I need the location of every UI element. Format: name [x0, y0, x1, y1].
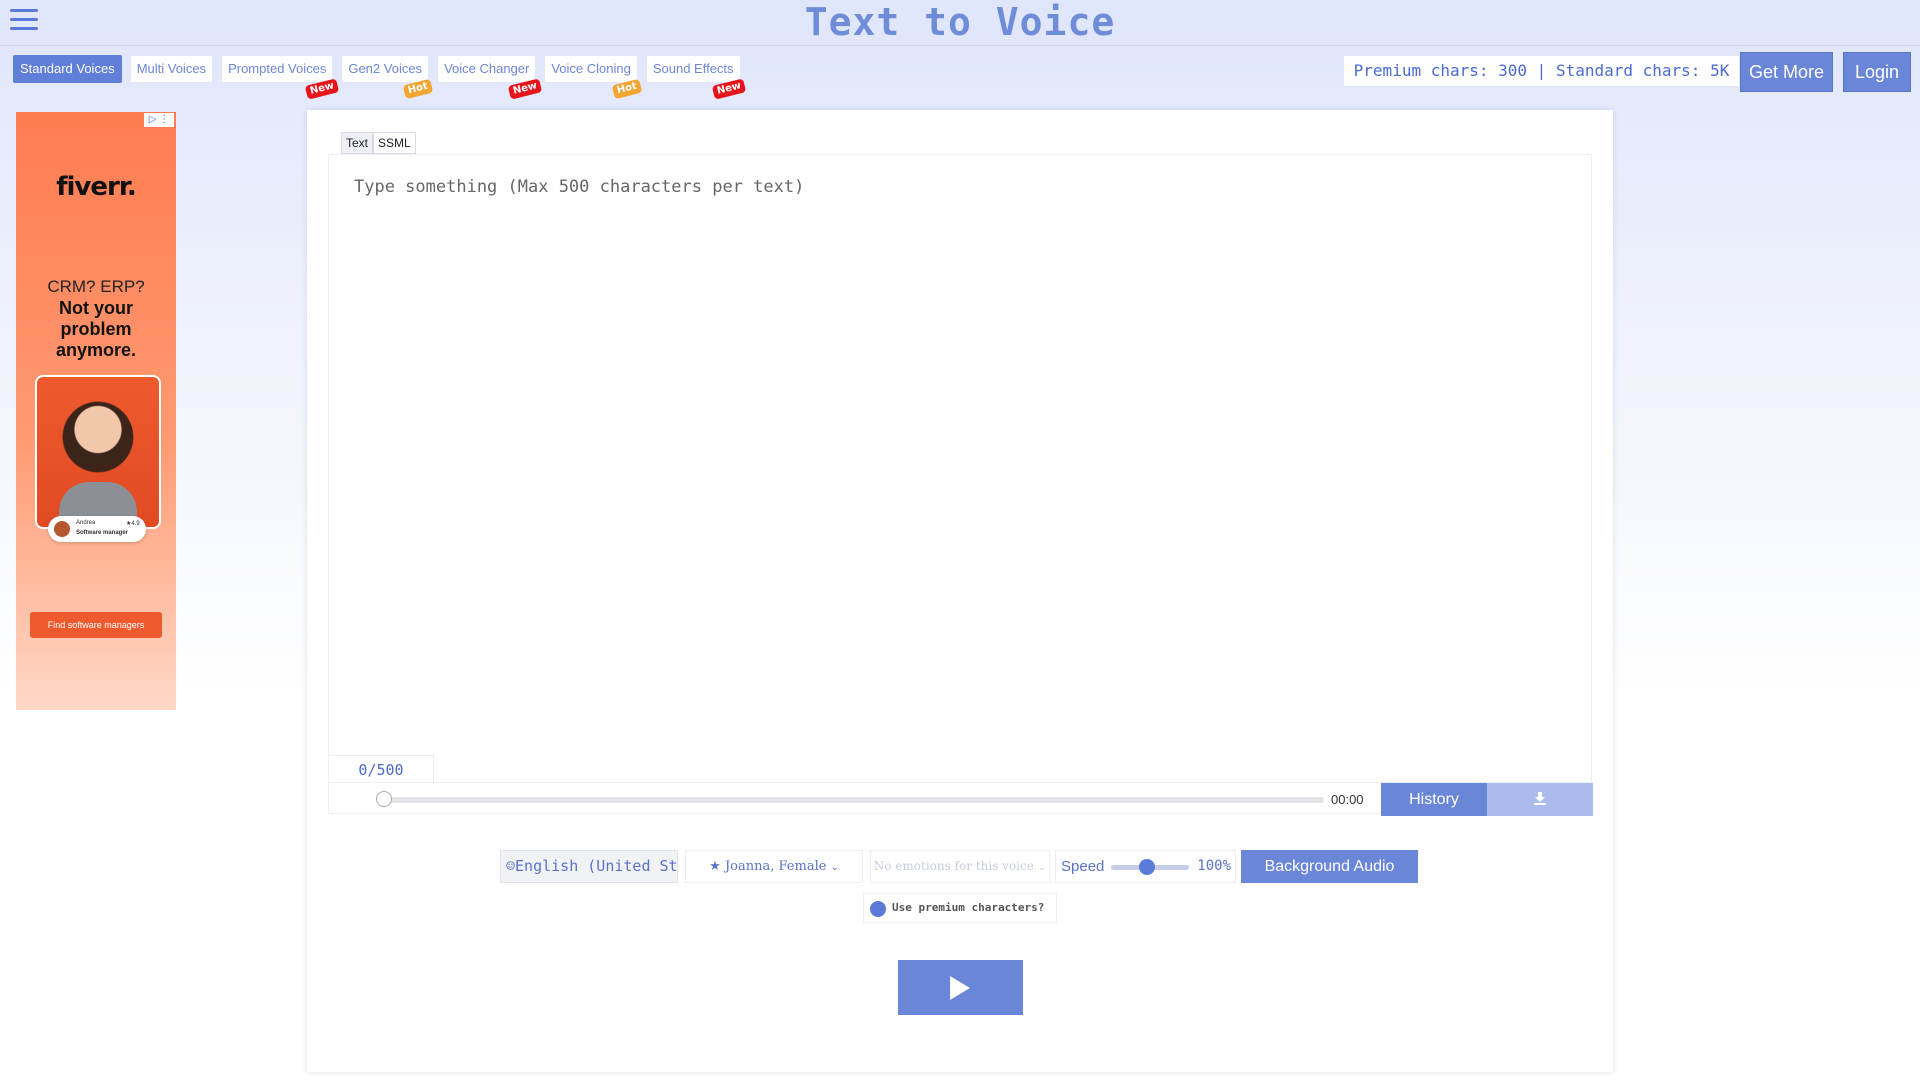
voice-select[interactable]: ★ Joanna, Female ⌄	[685, 850, 863, 883]
tab-prompted-voices[interactable]: Prompted Voices New	[221, 55, 340, 100]
voice-value: Joanna, Female	[724, 859, 827, 874]
speed-control: Speed 100%	[1055, 850, 1236, 883]
speed-label: Speed	[1061, 858, 1105, 875]
ad-brand-logo: fiverr.	[56, 172, 137, 202]
tab-ssml[interactable]: SSML	[373, 132, 416, 154]
get-more-button[interactable]: Get More	[1740, 52, 1833, 92]
play-icon	[950, 976, 970, 1000]
tab-multi-voices[interactable]: Multi Voices	[129, 55, 214, 83]
speed-slider-thumb[interactable]	[1138, 859, 1155, 875]
tab-label: Sound Effects	[652, 61, 734, 76]
time-display: 00:00	[1331, 792, 1364, 807]
emotion-select[interactable]: No emotions for this voice ⌄	[870, 850, 1050, 883]
chevron-down-icon: ⌄	[1037, 862, 1047, 873]
advertisement[interactable]: ▷ ⋮ fiverr. CRM? ERP? Not your problem a…	[16, 112, 176, 710]
ad-cta-button[interactable]: Find software managers	[30, 612, 162, 638]
play-button[interactable]	[898, 960, 1023, 1015]
tab-voice-cloning[interactable]: Voice Cloning Hot	[544, 55, 643, 100]
toggle-icon[interactable]	[870, 901, 886, 917]
new-badge: New	[711, 78, 747, 100]
top-bar: Text to Voice	[0, 0, 1920, 46]
download-button[interactable]	[1487, 783, 1593, 816]
voice-tabs: Standard Voices Multi Voices Prompted Vo…	[13, 55, 747, 100]
ad-person-name: Andrea	[76, 520, 96, 526]
tab-standard-voices[interactable]: Standard Voices	[13, 55, 122, 83]
seek-bar[interactable]	[376, 791, 1324, 807]
download-icon	[1534, 792, 1546, 805]
tab-gen2-voices[interactable]: Gen2 Voices Hot	[341, 55, 434, 100]
tab-label: Standard Voices	[20, 61, 115, 76]
audio-player: 00:00 History	[329, 782, 1593, 816]
login-button[interactable]: Login	[1843, 52, 1911, 92]
new-badge: New	[304, 78, 340, 100]
ad-person-role: Software manager	[76, 530, 129, 536]
premium-toggle[interactable]: Use premium characters?	[863, 893, 1057, 923]
language-value: English (United States)	[515, 857, 678, 875]
tab-label: Multi Voices	[136, 61, 207, 76]
app-title: Text to Voice	[804, 0, 1116, 44]
text-editor: 0/500 00:00 History	[328, 154, 1593, 816]
star-icon: ★	[709, 859, 721, 874]
ad-profile-card: Andrea Software manager ★4.9	[48, 516, 146, 542]
avatar	[54, 521, 70, 537]
history-button[interactable]: History	[1381, 783, 1487, 816]
emotion-value: No emotions for this voice	[873, 859, 1034, 873]
language-icon: ☺	[506, 857, 516, 875]
ad-choices-icon[interactable]: ▷ ⋮	[144, 113, 174, 127]
tab-voice-changer[interactable]: Voice Changer New	[437, 55, 543, 100]
tab-label: Prompted Voices	[228, 61, 327, 76]
premium-label: Use premium characters?	[892, 901, 1045, 914]
ad-photo	[35, 375, 161, 529]
chars-info: Premium chars: 300 | Standard chars: 5K	[1343, 55, 1740, 87]
hot-badge: Hot	[611, 78, 643, 100]
seek-thumb[interactable]	[376, 791, 392, 807]
tab-sound-effects[interactable]: Sound Effects New	[645, 55, 747, 100]
tab-label: Voice Cloning	[551, 61, 631, 76]
ad-headline: CRM? ERP?	[47, 277, 145, 296]
hot-badge: Hot	[402, 78, 434, 100]
main-panel: Text SSML 0/500 00:00 History ☺English (…	[307, 110, 1613, 1072]
tab-label: Voice Changer	[444, 61, 530, 76]
background-audio-button[interactable]: Background Audio	[1241, 850, 1418, 883]
char-counter: 0/500	[329, 755, 434, 784]
language-select[interactable]: ☺English (United States)	[500, 850, 678, 883]
new-badge: New	[507, 78, 543, 100]
chevron-down-icon: ⌄	[830, 862, 839, 873]
tab-text[interactable]: Text	[341, 132, 374, 154]
text-input[interactable]	[329, 155, 1591, 755]
ad-subheadline: Not your problem anymore.	[55, 298, 137, 360]
ad-rating: ★4.9	[126, 521, 140, 527]
tab-label: Gen2 Voices	[348, 61, 423, 76]
speed-slider[interactable]	[1111, 859, 1189, 875]
editor-mode-tabs: Text SSML	[341, 132, 416, 154]
speed-value: 100%	[1197, 858, 1231, 874]
